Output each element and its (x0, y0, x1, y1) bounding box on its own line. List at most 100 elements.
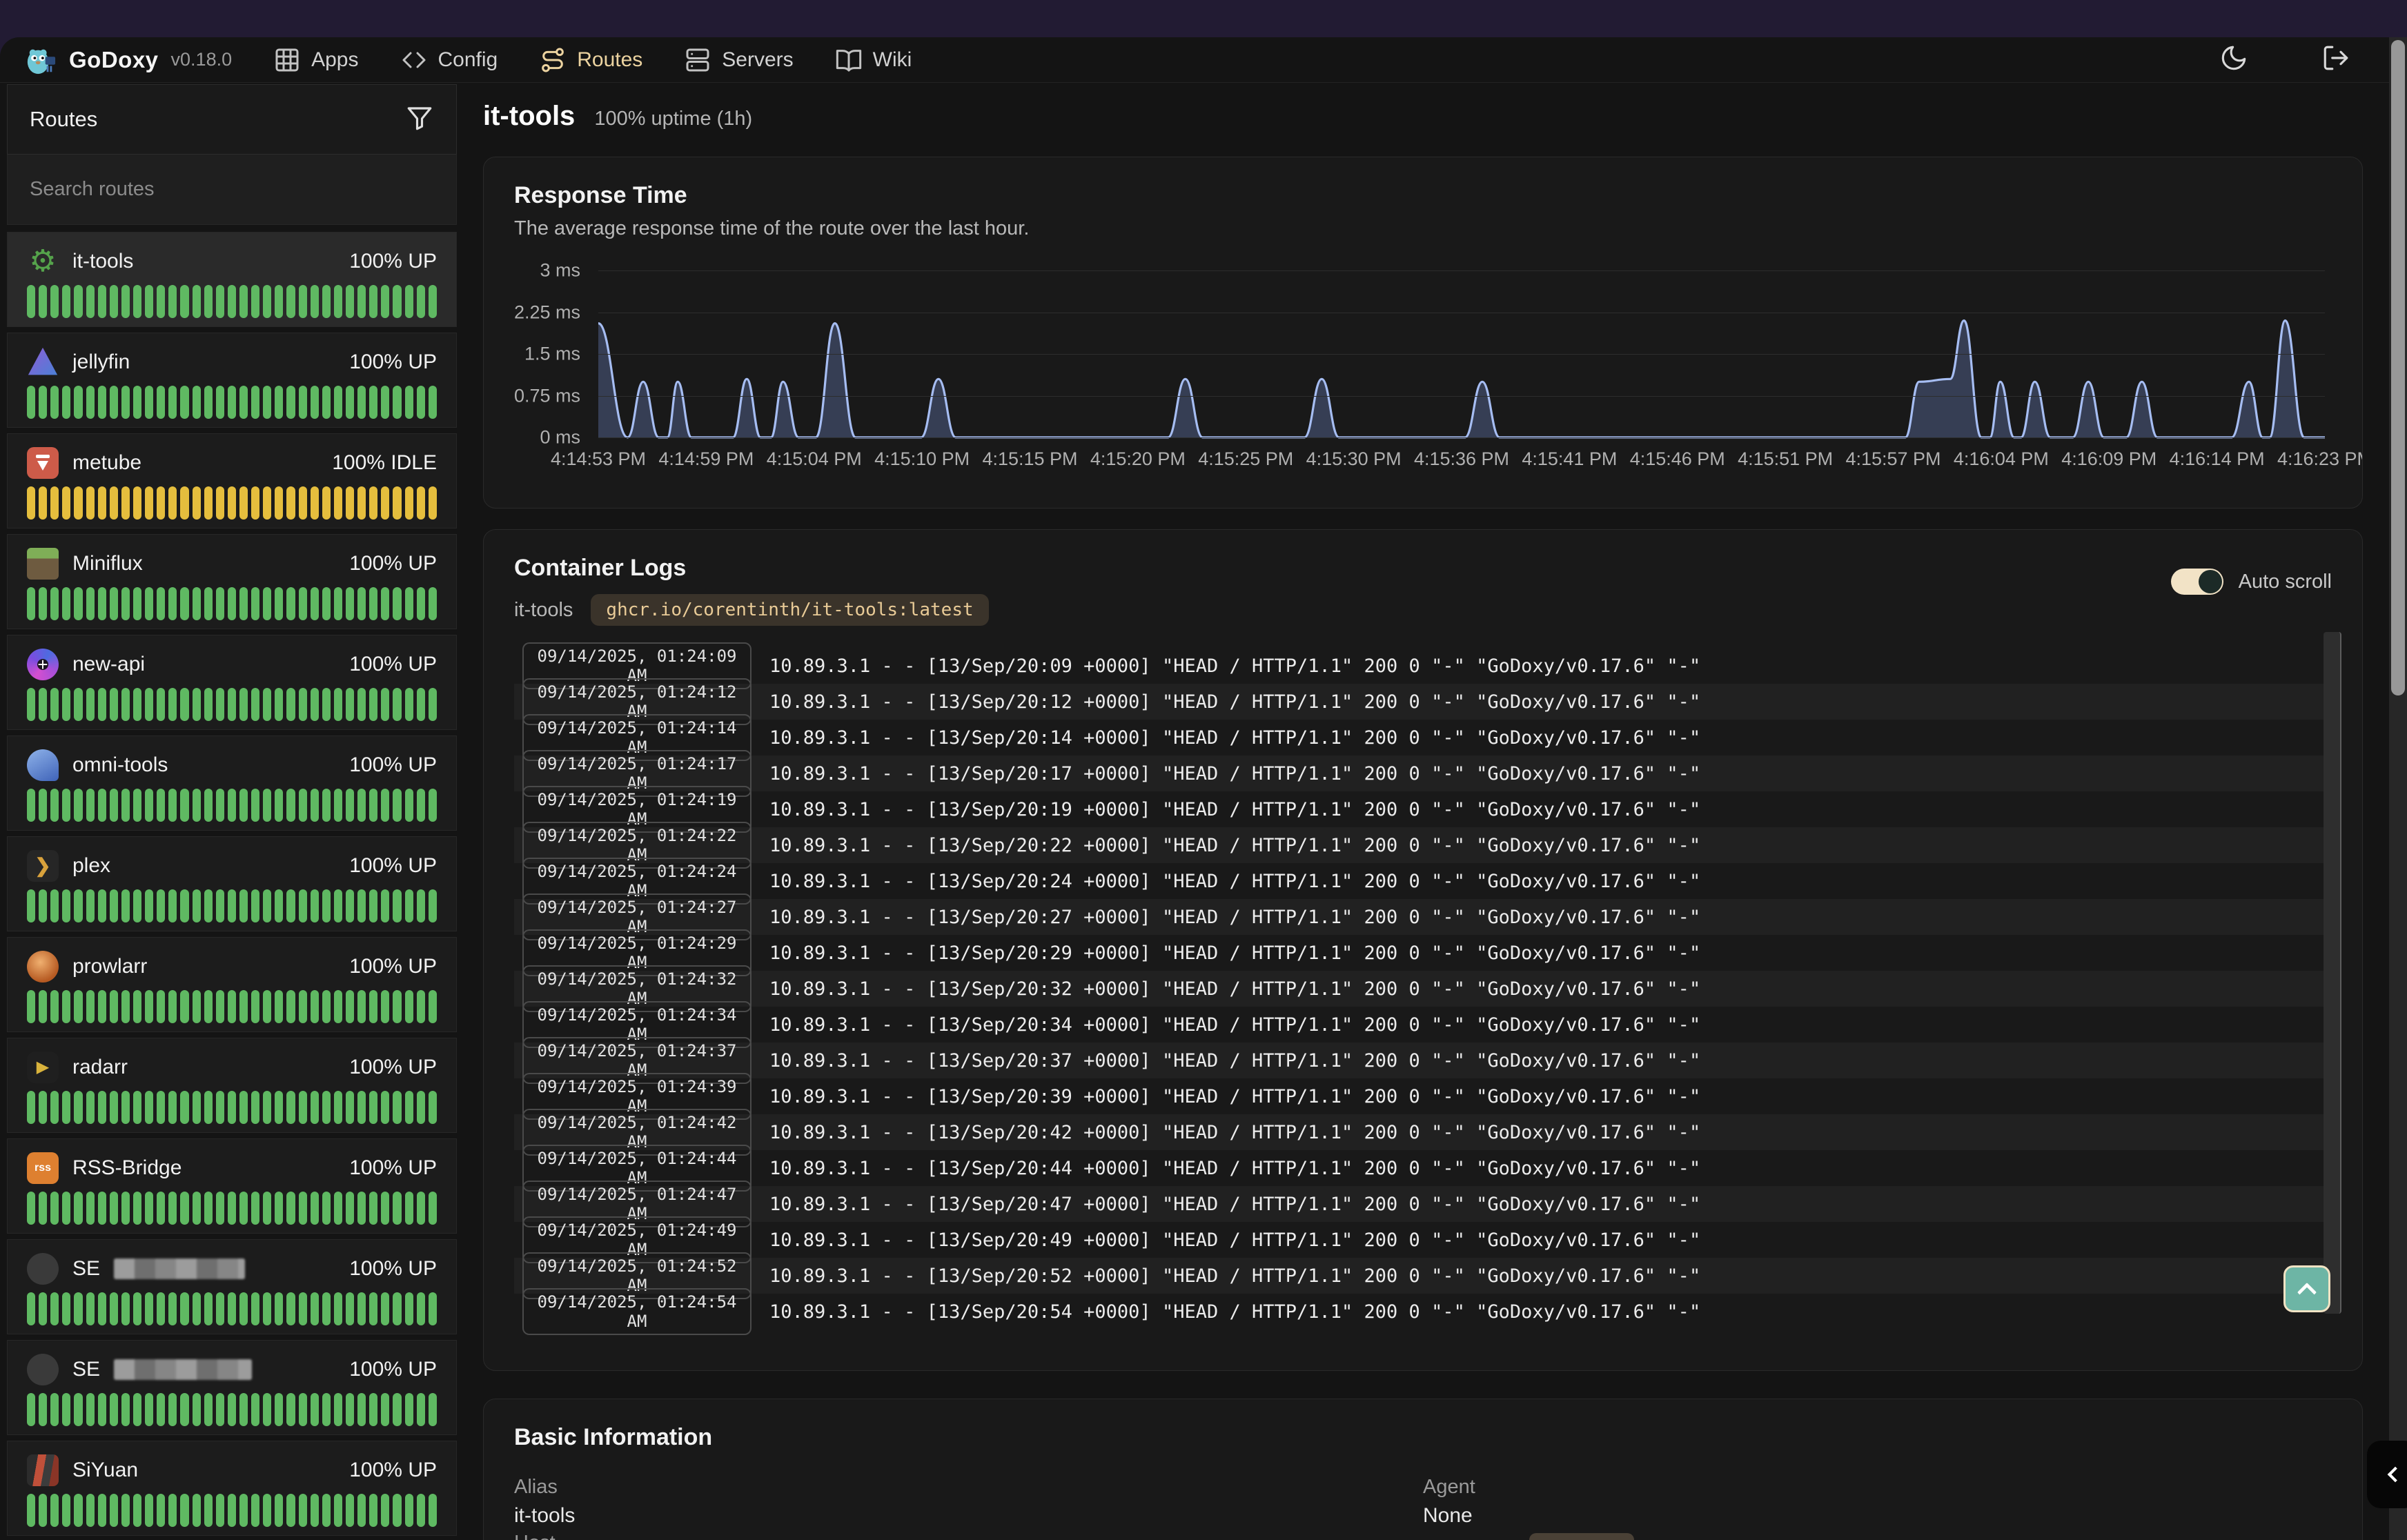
uptime-bar (369, 1091, 377, 1124)
route-list-item[interactable]: jellyfin 100% UP (7, 333, 457, 428)
uptime-bar (228, 386, 236, 419)
uptime-bar (121, 587, 130, 620)
route-row: ⚙ it-tools 100% UP (27, 245, 437, 278)
sidebar-title: Routes (30, 107, 97, 132)
uptime-bar (263, 587, 271, 620)
uptime-bar (180, 990, 188, 1023)
uptime-bar (27, 1192, 35, 1225)
route-list-item[interactable]: SE 100% UP (7, 1239, 457, 1334)
page-title: it-tools (483, 101, 575, 132)
route-list-item[interactable]: ❯ plex 100% UP (7, 836, 457, 931)
x-axis-tick-label: 4:15:10 PM (874, 448, 970, 470)
filter-button[interactable] (405, 103, 434, 136)
uptime-bar (346, 1494, 354, 1527)
uptime-bar (157, 1292, 165, 1325)
uptime-bar (346, 1091, 354, 1124)
search-input[interactable] (30, 178, 434, 201)
auto-scroll-toggle[interactable] (2171, 569, 2223, 595)
log-row: 09/14/2025, 01:24:42 AM 10.89.3.1 - - [1… (514, 1114, 2332, 1150)
uptime-bar (311, 285, 319, 318)
uptime-bar (39, 1091, 47, 1124)
route-row: rss RSS-Bridge 100% UP (27, 1152, 437, 1185)
uptime-bar (393, 789, 401, 822)
uptime-bar (193, 486, 201, 520)
nav-item-routes[interactable]: Routes (539, 46, 642, 74)
uptime-bar (251, 386, 259, 419)
uptime-bar (357, 1292, 366, 1325)
route-list-item[interactable]: metube 100% IDLE (7, 433, 457, 529)
log-message: 10.89.3.1 - - [13/Sep/20:24 +0000] "HEAD… (769, 871, 1700, 892)
uptime-bar (275, 1292, 283, 1325)
uptime-bar (228, 990, 236, 1023)
uptime-bar (27, 990, 35, 1023)
route-list-item[interactable]: rss RSS-Bridge 100% UP (7, 1138, 457, 1234)
host-value-badge (1529, 1533, 1634, 1540)
uptime-bar (334, 1292, 342, 1325)
route-uptime-bars (27, 386, 437, 419)
scroll-to-top-button[interactable] (2283, 1265, 2330, 1312)
uptime-bar (369, 889, 377, 922)
uptime-bar (381, 1091, 389, 1124)
nav-item-config[interactable]: Config (400, 46, 498, 74)
uptime-bar (62, 1091, 70, 1124)
x-axis-tick-label: 4:16:04 PM (1954, 448, 2049, 470)
uptime-bar (110, 1292, 118, 1325)
route-list-item[interactable]: prowlarr 100% UP (7, 937, 457, 1032)
log-message: 10.89.3.1 - - [13/Sep/20:09 +0000] "HEAD… (769, 655, 1700, 677)
theme-toggle-button[interactable] (2219, 43, 2248, 76)
uptime-bar (429, 1292, 437, 1325)
uptime-bar (62, 889, 70, 922)
uptime-bar (133, 1091, 141, 1124)
log-row: 09/14/2025, 01:24:14 AM 10.89.3.1 - - [1… (514, 720, 2332, 756)
uptime-bar (121, 889, 130, 922)
uptime-bar (429, 789, 437, 822)
uptime-bar (239, 1393, 248, 1426)
uptime-bar (334, 486, 342, 520)
route-name: jellyfin (72, 351, 130, 374)
uptime-bar (62, 587, 70, 620)
nav-item-servers[interactable]: Servers (684, 46, 793, 74)
uptime-bar (263, 1393, 271, 1426)
route-uptime-bars (27, 486, 437, 520)
uptime-bar (86, 1292, 95, 1325)
uptime-bar (121, 990, 130, 1023)
log-scrollbar[interactable] (2324, 632, 2341, 1314)
page-scrollbar[interactable] (2389, 37, 2407, 1540)
log-row: 09/14/2025, 01:24:49 AM 10.89.3.1 - - [1… (514, 1222, 2332, 1258)
route-list-item[interactable]: ▶ radarr 100% UP (7, 1038, 457, 1133)
uptime-bar (216, 1494, 224, 1527)
uptime-bar (228, 587, 236, 620)
route-list-item[interactable]: omni-tools 100% UP (7, 736, 457, 831)
uptime-bar (62, 990, 70, 1023)
uptime-bar (193, 1091, 201, 1124)
logout-button[interactable] (2321, 43, 2350, 76)
uptime-bar (346, 1192, 354, 1225)
route-list-item[interactable]: SE 100% UP (7, 1340, 457, 1435)
log-list[interactable]: 09/14/2025, 01:24:09 AM 10.89.3.1 - - [1… (514, 648, 2332, 1330)
uptime-bar (393, 386, 401, 419)
nav-item-apps[interactable]: Apps (273, 46, 358, 74)
uptime-bar (334, 789, 342, 822)
uptime-bar (263, 1292, 271, 1325)
route-list-item[interactable]: SiYuan 100% UP (7, 1441, 457, 1536)
uptime-bar (50, 889, 59, 922)
container-image-badge: ghcr.io/corentinth/it-tools:latest (591, 594, 988, 626)
brand[interactable]: GoDoxy v0.18.0 (25, 44, 232, 76)
uptime-bar (157, 789, 165, 822)
uptime-bar (98, 1494, 106, 1527)
uptime-bar (311, 889, 319, 922)
uptime-bar (50, 1393, 59, 1426)
nav-item-wiki[interactable]: Wiki (835, 46, 912, 74)
route-status: 100% UP (349, 250, 437, 273)
response-time-title: Response Time (514, 182, 2332, 209)
route-list-item[interactable]: ⚙ it-tools 100% UP (7, 232, 457, 327)
uptime-bar (299, 688, 307, 721)
collapse-panel-tab[interactable] (2367, 1441, 2407, 1508)
route-name: metube (72, 451, 141, 475)
route-list-item[interactable]: Miniflux 100% UP (7, 534, 457, 629)
uptime-bar (216, 1091, 224, 1124)
page-scrollbar-thumb[interactable] (2391, 40, 2405, 695)
uptime-bar (62, 688, 70, 721)
route-list-item[interactable]: + new-api 100% UP (7, 635, 457, 730)
uptime-bar (417, 285, 425, 318)
